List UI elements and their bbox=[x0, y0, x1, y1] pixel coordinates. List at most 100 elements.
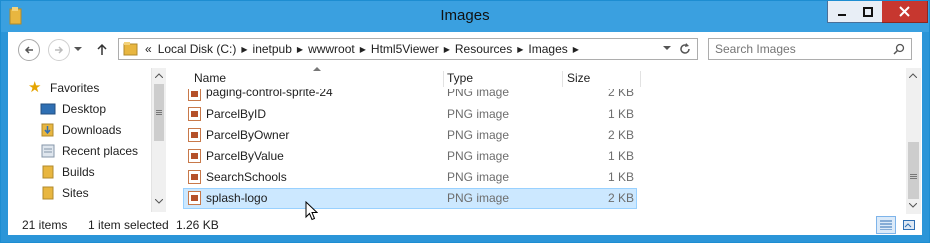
png-file-icon bbox=[188, 89, 201, 101]
forward-arrow-icon bbox=[55, 46, 64, 54]
nav-item-recent-places[interactable]: Recent places bbox=[40, 141, 138, 161]
address-bar[interactable]: « Local Disk (C:) ▶ inetpub ▶ wwwroot ▶ Htm… bbox=[118, 38, 698, 60]
file-size: 2 KB bbox=[607, 128, 634, 142]
column-divider[interactable] bbox=[640, 71, 641, 87]
maximize-icon bbox=[863, 6, 873, 17]
scroll-thumb[interactable] bbox=[154, 84, 164, 141]
folder-icon bbox=[123, 42, 138, 56]
file-name: ParcelByValue bbox=[206, 149, 284, 163]
breadcrumb-segment[interactable]: wwwroot bbox=[305, 42, 358, 56]
file-size: 2 KB bbox=[607, 89, 634, 99]
refresh-icon[interactable] bbox=[679, 43, 691, 55]
details-view-icon bbox=[880, 220, 892, 231]
client-area: « Local Disk (C:) ▶ inetpub ▶ wwwroot ▶ Htm… bbox=[8, 32, 922, 235]
breadcrumb-arrow-icon[interactable]: ▶ bbox=[571, 45, 581, 54]
column-size[interactable]: Size bbox=[567, 70, 590, 87]
breadcrumb-arrow-icon[interactable]: ▶ bbox=[515, 45, 525, 54]
file-size: 1 KB bbox=[607, 107, 634, 121]
file-list: Name Type Size paging-control-sprite-24 … bbox=[171, 67, 902, 221]
navigation-pane: ★ Favorites Desktop Downloads Recent pla… bbox=[8, 67, 171, 215]
file-type: PNG image bbox=[447, 128, 510, 142]
nav-item-sites[interactable]: Sites bbox=[40, 183, 89, 203]
file-size: 2 KB bbox=[607, 191, 634, 205]
search-icon[interactable] bbox=[893, 43, 905, 55]
breadcrumb-segment[interactable]: Html5Viewer bbox=[368, 42, 442, 56]
scroll-down-icon[interactable] bbox=[909, 203, 917, 208]
recent-locations-dropdown-icon[interactable] bbox=[74, 47, 82, 53]
file-name: SearchSchools bbox=[206, 170, 287, 184]
file-type: PNG image bbox=[447, 107, 510, 121]
forward-button[interactable] bbox=[48, 39, 70, 61]
navigation-bar: « Local Disk (C:) ▶ inetpub ▶ wwwroot ▶ Htm… bbox=[8, 32, 922, 67]
scroll-up-icon[interactable] bbox=[909, 73, 917, 78]
address-overflow[interactable]: « bbox=[139, 42, 155, 56]
recent-places-icon bbox=[41, 144, 55, 158]
nav-favorites[interactable]: ★ Favorites bbox=[28, 78, 99, 98]
file-size: 1 KB bbox=[607, 149, 634, 163]
table-row[interactable]: ParcelByOwner PNG image 2 KB bbox=[183, 125, 637, 146]
table-row-selected[interactable]: splash-logo PNG image 2 KB bbox=[183, 188, 637, 209]
thumbnails-view-icon bbox=[903, 220, 915, 230]
up-arrow-icon[interactable] bbox=[96, 43, 108, 56]
file-type: PNG image bbox=[447, 149, 510, 163]
nav-item-desktop[interactable]: Desktop bbox=[40, 99, 106, 119]
nav-item-builds[interactable]: Builds bbox=[40, 162, 95, 182]
grip-icon bbox=[156, 110, 162, 115]
search-box[interactable] bbox=[708, 38, 912, 60]
selection-size: 1.26 KB bbox=[176, 218, 219, 232]
png-file-icon bbox=[188, 170, 201, 184]
file-name: paging-control-sprite-24 bbox=[206, 89, 333, 99]
breadcrumb-arrow-icon[interactable]: ▶ bbox=[358, 45, 368, 54]
file-type: PNG image bbox=[447, 89, 510, 99]
column-name[interactable]: Name bbox=[194, 70, 226, 87]
table-row[interactable]: paging-control-sprite-24 PNG image 2 KB bbox=[183, 89, 637, 104]
desktop-icon bbox=[40, 103, 56, 115]
close-button[interactable] bbox=[882, 1, 928, 23]
nav-item-label: Sites bbox=[62, 186, 89, 200]
search-input[interactable] bbox=[709, 39, 891, 59]
breadcrumb-arrow-icon[interactable]: ▶ bbox=[239, 45, 249, 54]
details-view-button[interactable] bbox=[876, 216, 896, 234]
back-button[interactable] bbox=[18, 39, 40, 61]
breadcrumb-segment[interactable]: Local Disk (C:) bbox=[155, 42, 240, 56]
scroll-thumb[interactable] bbox=[908, 142, 919, 199]
close-icon bbox=[899, 6, 910, 17]
explorer-window: Images « Local Disk (C:) ▶ inetpub ▶ www… bbox=[0, 0, 930, 243]
navigation-scrollbar[interactable] bbox=[151, 68, 166, 212]
scroll-up-icon[interactable] bbox=[155, 73, 163, 78]
folder-icon bbox=[42, 186, 54, 200]
file-name: splash-logo bbox=[206, 191, 268, 205]
breadcrumb-segment[interactable]: Images bbox=[525, 42, 570, 56]
maximize-button[interactable] bbox=[854, 1, 883, 23]
breadcrumb-arrow-icon[interactable]: ▶ bbox=[442, 45, 452, 54]
png-file-icon bbox=[188, 128, 201, 142]
back-arrow-icon bbox=[24, 46, 33, 54]
file-list-scrollbar[interactable] bbox=[906, 68, 921, 214]
png-file-icon bbox=[188, 191, 201, 205]
star-icon: ★ bbox=[28, 79, 42, 96]
png-file-icon bbox=[188, 149, 201, 163]
folder-icon bbox=[42, 165, 54, 179]
breadcrumb-segment[interactable]: Resources bbox=[452, 42, 515, 56]
minimize-button[interactable] bbox=[827, 1, 856, 23]
nav-item-downloads[interactable]: Downloads bbox=[40, 120, 121, 140]
file-name: ParcelByOwner bbox=[206, 128, 290, 142]
table-row[interactable]: SearchSchools PNG image 1 KB bbox=[183, 167, 637, 188]
column-divider[interactable] bbox=[443, 71, 444, 87]
table-row[interactable]: ParcelByValue PNG image 1 KB bbox=[183, 146, 637, 167]
minimize-icon bbox=[837, 13, 846, 16]
table-row[interactable]: ParcelByID PNG image 1 KB bbox=[183, 104, 637, 125]
breadcrumb-segment[interactable]: inetpub bbox=[250, 42, 295, 56]
address-dropdown-icon[interactable] bbox=[663, 46, 671, 52]
column-divider[interactable] bbox=[562, 71, 563, 87]
scroll-down-icon[interactable] bbox=[155, 199, 163, 204]
column-header: Name Type Size bbox=[171, 67, 902, 89]
file-name: ParcelByID bbox=[206, 107, 267, 121]
title-bar[interactable]: Images bbox=[1, 1, 929, 32]
column-type[interactable]: Type bbox=[447, 70, 473, 87]
nav-item-label: Builds bbox=[62, 165, 95, 179]
breadcrumb-arrow-icon[interactable]: ▶ bbox=[295, 45, 305, 54]
sort-ascending-icon bbox=[313, 67, 321, 71]
status-bar: 21 items 1 item selected 1.26 KB bbox=[8, 215, 922, 235]
thumbnails-view-button[interactable] bbox=[899, 216, 919, 234]
